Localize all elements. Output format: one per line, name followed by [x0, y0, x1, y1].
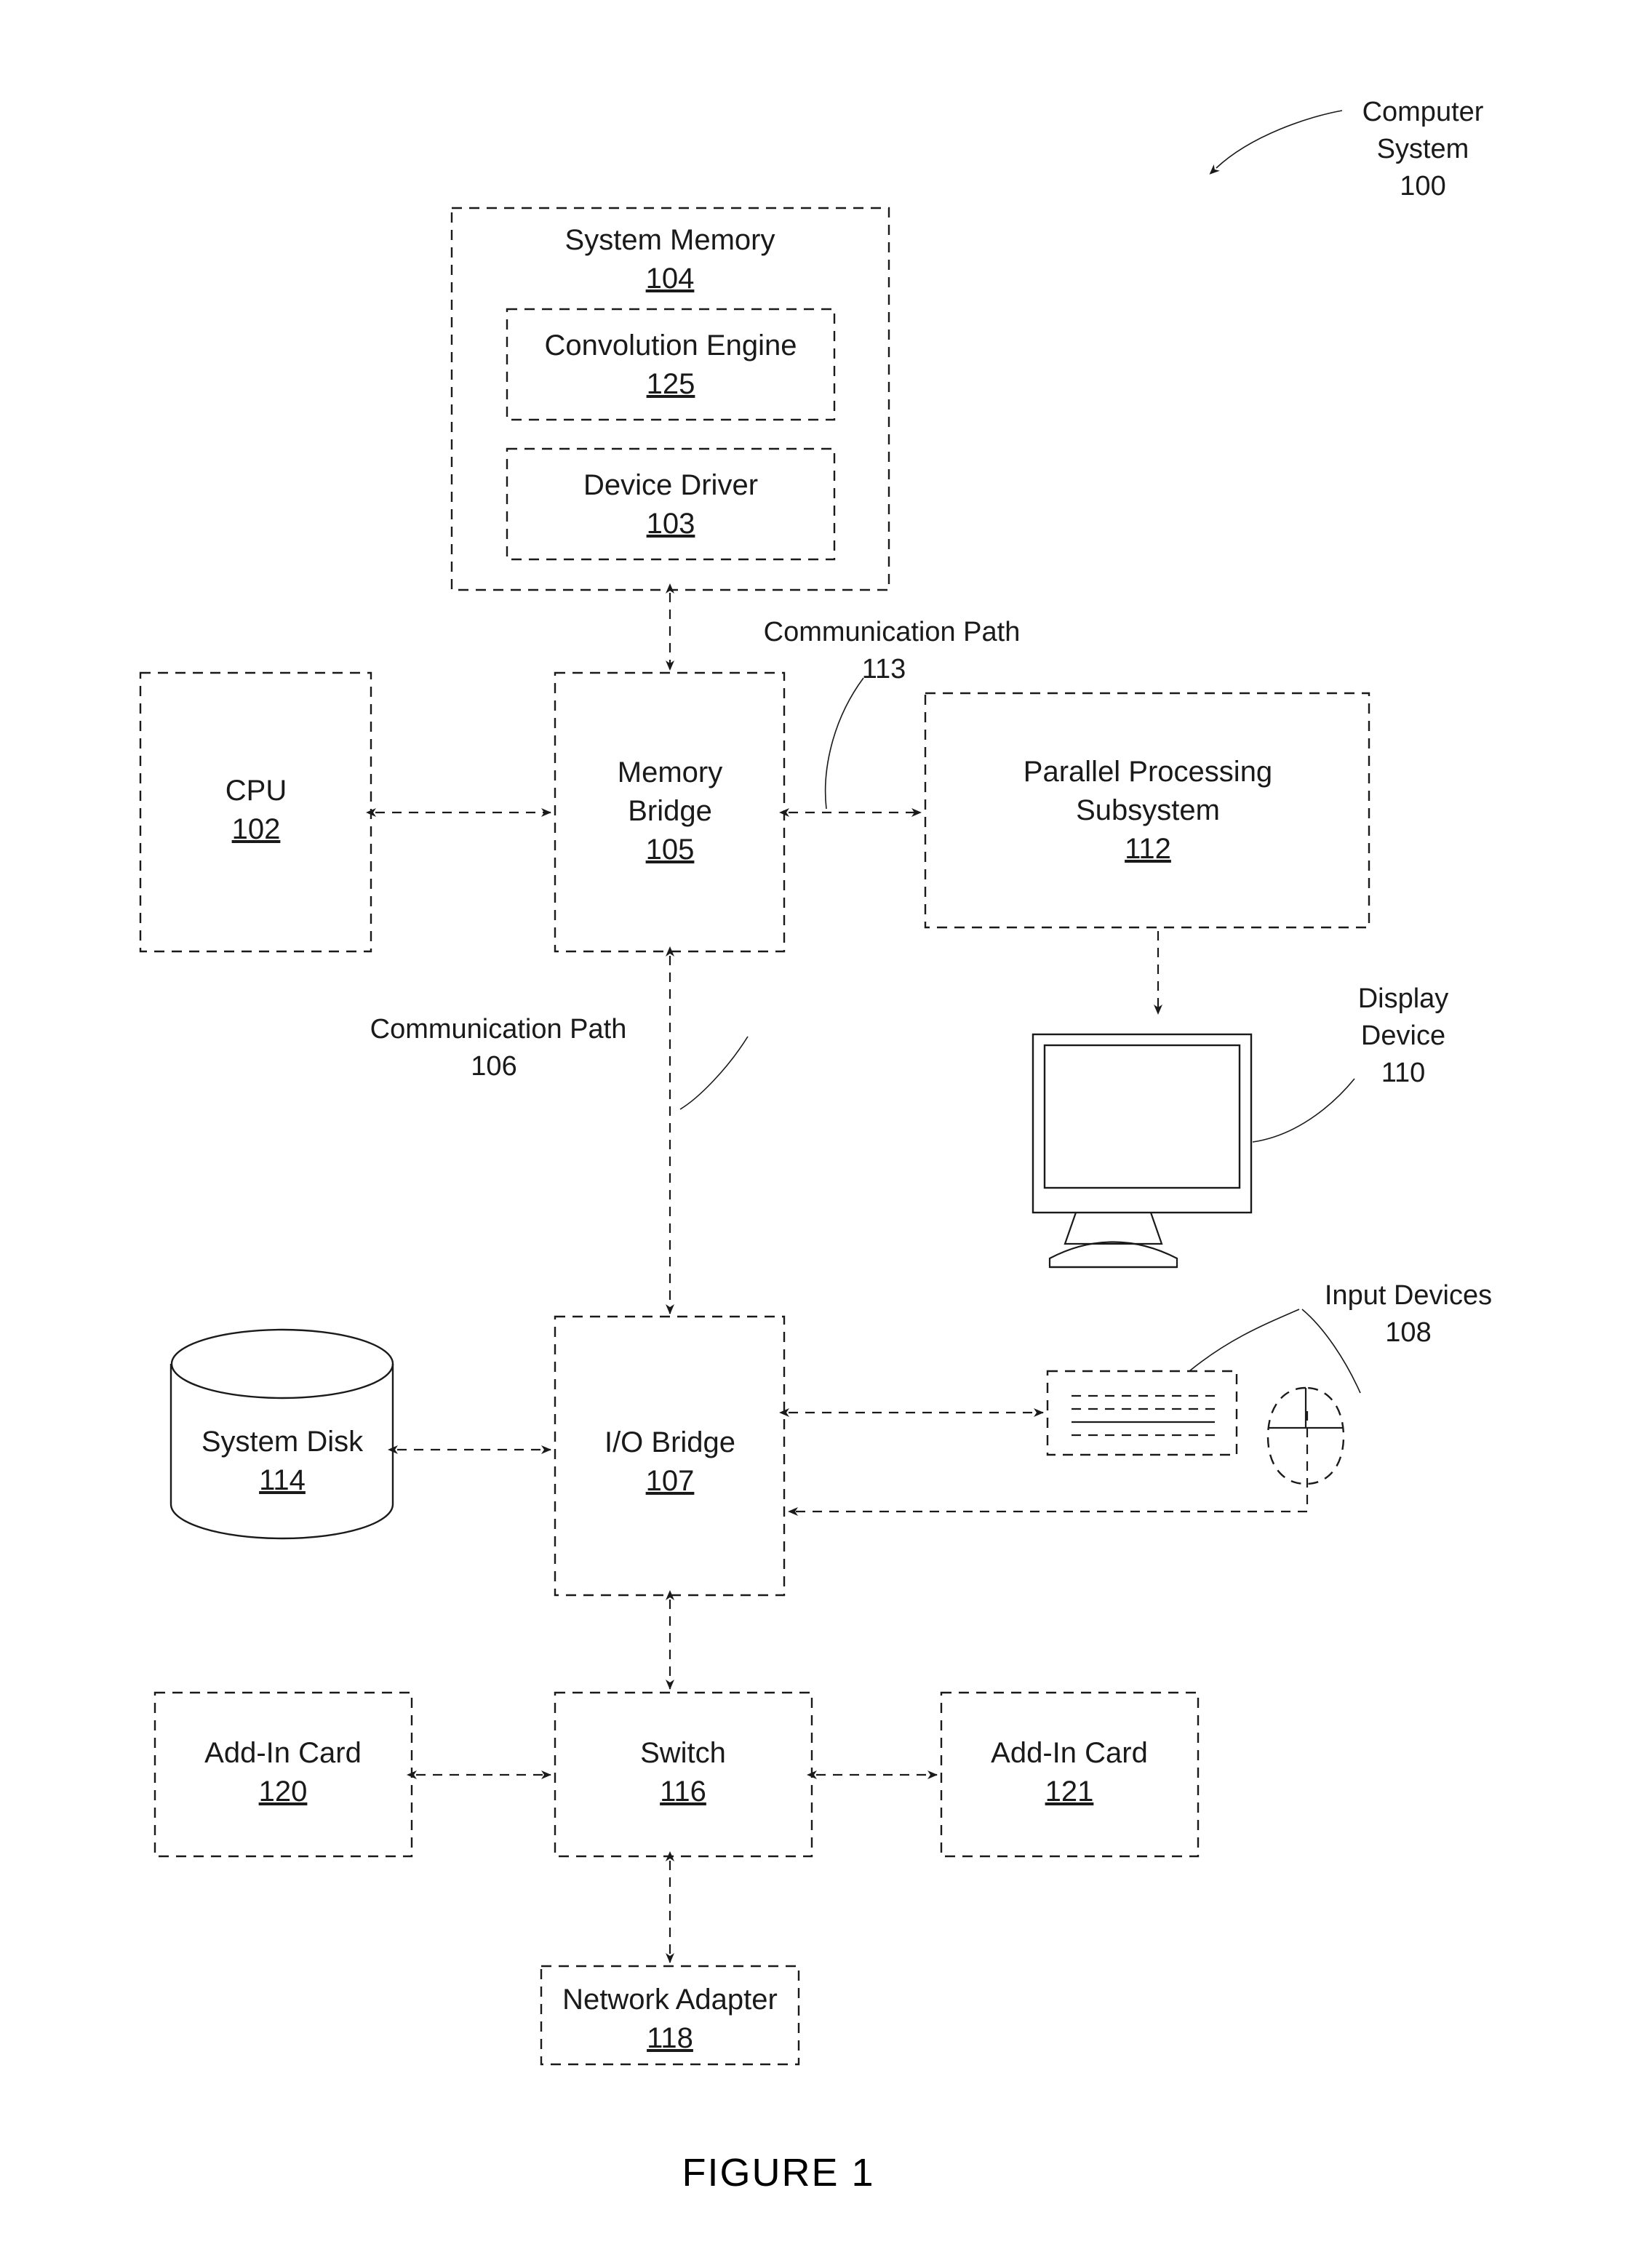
add-in-card-left-label: Add-In Card: [204, 1737, 362, 1769]
block-add-in-card-left[interactable]: Add-In Card 120: [153, 1691, 413, 1858]
block-memory-bridge[interactable]: Memory Bridge 105: [554, 671, 786, 953]
add-in-card-left-number: 120: [259, 1776, 308, 1808]
cpu-label: CPU: [226, 775, 287, 807]
io-bridge-label: I/O Bridge: [604, 1426, 735, 1458]
add-in-card-left-box[interactable]: [153, 1691, 413, 1858]
block-io-bridge[interactable]: I/O Bridge 107: [554, 1315, 786, 1597]
comm-path-113-label: Communication Path: [764, 617, 1021, 647]
pps-number: 112: [1125, 833, 1171, 865]
comm-path-113-number: 113: [862, 654, 906, 684]
computer-system-label-line1: Computer: [1362, 97, 1484, 127]
monitor-screen: [1043, 1044, 1241, 1189]
figure-page: Computer System 100 System Memory 104 Co…: [0, 0, 1652, 2268]
add-in-card-right-box[interactable]: [940, 1691, 1200, 1858]
keyboard-body[interactable]: [1046, 1370, 1238, 1456]
keyboard-icon[interactable]: [1046, 1370, 1238, 1456]
block-convolution-engine[interactable]: Convolution Engine 125: [506, 308, 836, 421]
patent-figure-1-diagram: Computer System 100 System Memory 104 Co…: [139, 97, 1492, 2195]
callout-comm-path-113: Communication Path 113: [764, 617, 1021, 810]
monitor-base: [1048, 1241, 1178, 1269]
monitor-bezel: [1031, 1033, 1253, 1214]
add-in-card-right-label: Add-In Card: [991, 1737, 1148, 1769]
add-in-card-right-number: 121: [1045, 1776, 1094, 1808]
computer-system-number: 100: [1400, 171, 1445, 201]
system-memory-number: 104: [646, 263, 695, 295]
display-device-icon: [1031, 1033, 1253, 1269]
callout-comm-path-106: Communication Path 106: [370, 1014, 749, 1110]
pps-label-line2: Subsystem: [1076, 794, 1220, 826]
memory-bridge-label-line1: Memory: [618, 756, 722, 788]
block-system-memory[interactable]: System Memory 104 Convolution Engine 125…: [450, 207, 890, 591]
mouse-icon[interactable]: [1266, 1386, 1345, 1485]
block-switch[interactable]: Switch 116: [554, 1691, 813, 1858]
network-adapter-number: 118: [647, 2022, 693, 2054]
device-driver-number: 103: [647, 508, 695, 540]
system-disk-label: System Disk: [201, 1426, 364, 1458]
callout-display-device: Display Device 110: [1252, 983, 1449, 1143]
memory-bridge-number: 105: [646, 834, 695, 866]
input-devices-number: 108: [1385, 1317, 1431, 1348]
disk-top: [170, 1328, 394, 1399]
convolution-engine-box[interactable]: [506, 308, 836, 421]
pps-label-line1: Parallel Processing: [1023, 756, 1272, 788]
block-network-adapter[interactable]: Network Adapter 118: [540, 1965, 800, 2066]
io-bridge-number: 107: [646, 1465, 695, 1497]
convolution-engine-label: Convolution Engine: [545, 330, 797, 362]
system-disk-number: 114: [259, 1464, 306, 1496]
display-device-label-line2: Device: [1361, 1021, 1445, 1051]
monitor-neck: [1064, 1212, 1163, 1245]
system-disk-icon[interactable]: System Disk 114: [169, 1328, 394, 1540]
callout-input-devices: Input Devices 108: [1189, 1280, 1492, 1394]
block-add-in-card-right[interactable]: Add-In Card 121: [940, 1691, 1200, 1858]
comm-path-106-number: 106: [471, 1051, 516, 1082]
callout-computer-system: Computer System 100: [1209, 97, 1484, 201]
device-driver-box[interactable]: [506, 447, 836, 561]
device-driver-label: Device Driver: [583, 469, 758, 501]
computer-system-label-line2: System: [1377, 134, 1469, 164]
switch-label: Switch: [640, 1737, 726, 1769]
comm-path-106-label: Communication Path: [370, 1014, 627, 1045]
block-cpu[interactable]: CPU 102: [139, 671, 372, 953]
switch-box[interactable]: [554, 1691, 813, 1858]
display-device-label-line1: Display: [1358, 983, 1449, 1014]
block-device-driver[interactable]: Device Driver 103: [506, 447, 836, 561]
figure-caption: FIGURE 1: [682, 2151, 874, 2195]
cpu-box[interactable]: [139, 671, 372, 953]
input-devices-label: Input Devices: [1325, 1280, 1492, 1311]
convolution-engine-number: 125: [647, 368, 695, 400]
switch-number: 116: [660, 1776, 706, 1808]
system-memory-label: System Memory: [565, 224, 775, 256]
network-adapter-label: Network Adapter: [562, 1984, 778, 2016]
display-device-number: 110: [1381, 1058, 1426, 1088]
block-parallel-processing-subsystem[interactable]: Parallel Processing Subsystem 112: [924, 692, 1370, 929]
cpu-number: 102: [232, 813, 281, 845]
memory-bridge-label-line2: Bridge: [628, 795, 712, 827]
